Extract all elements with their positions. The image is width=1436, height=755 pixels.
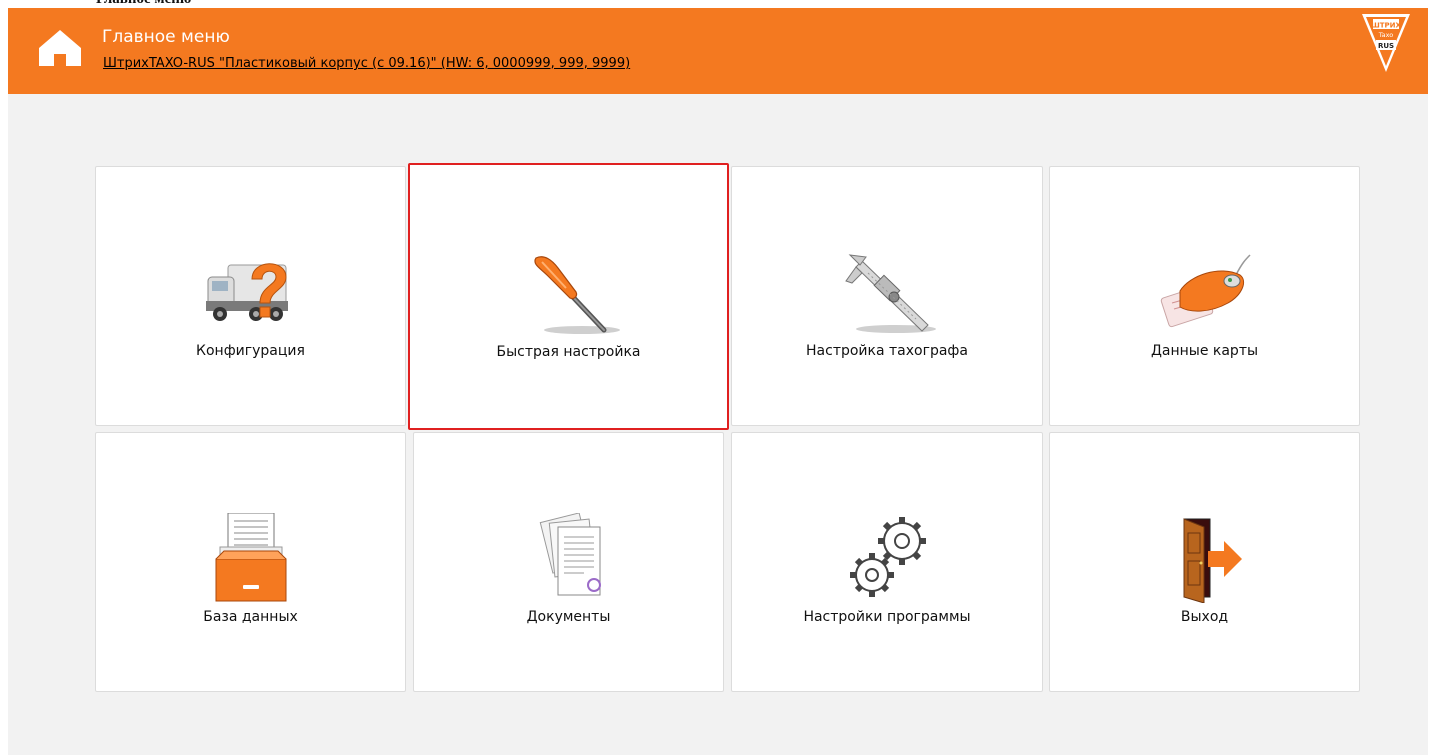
tile-label: Данные карты: [1150, 343, 1259, 359]
tile-label: Быстрая настройка: [496, 344, 641, 360]
tile-tachograph-setup[interactable]: Настройка тахографа: [731, 166, 1043, 426]
home-button[interactable]: [36, 24, 84, 72]
card-file-drawer-icon: [215, 513, 286, 602]
gears-icon: [850, 517, 926, 597]
tile-database[interactable]: База данных: [95, 432, 406, 692]
exit-door-icon: [1183, 518, 1242, 603]
tile-label: Настройка тахографа: [806, 343, 968, 359]
tile-exit[interactable]: Выход: [1049, 432, 1360, 692]
screwdriver-icon: [533, 256, 620, 334]
tile-label: Документы: [526, 609, 611, 625]
page-title: Главное меню: [102, 27, 230, 47]
tile-card-data[interactable]: Данные карты: [1049, 166, 1360, 426]
tile-quick-setup[interactable]: Быстрая настройка: [408, 163, 729, 430]
shtrih-taxo-logo: ШТРИХ Taxo RUS: [1362, 14, 1410, 72]
tile-label: Выход: [1180, 609, 1229, 625]
device-info-link[interactable]: ШтрихTAXO-RUS "Пластиковый корпус (с 09.…: [103, 56, 630, 71]
tile-label: Конфигурация: [196, 343, 305, 359]
caliper-icon: [845, 254, 936, 333]
app-header: Главное меню ШтрихTAXO-RUS "Пластиковый …: [8, 8, 1428, 94]
tile-program-settings[interactable]: Настройки программы: [731, 432, 1043, 692]
tile-documents[interactable]: Документы: [413, 432, 724, 692]
main-menu-area: Конфигурация Быстрая настройка Настройка…: [8, 94, 1428, 755]
logo-line2: Taxo: [1378, 31, 1394, 39]
top-strip: Главное меню: [0, 0, 1436, 8]
logo-line1: ШТРИХ: [1371, 22, 1401, 30]
documents-icon: [539, 513, 601, 596]
logo-line3: RUS: [1378, 42, 1394, 50]
top-strip-text: Главное меню: [96, 0, 191, 8]
tile-label: Настройки программы: [803, 609, 971, 625]
tile-configuration[interactable]: Конфигурация: [95, 166, 406, 426]
card-reader-icon: [1160, 254, 1251, 328]
truck-question-icon: [205, 263, 288, 321]
home-icon: [39, 30, 81, 66]
tile-label: База данных: [203, 609, 298, 625]
